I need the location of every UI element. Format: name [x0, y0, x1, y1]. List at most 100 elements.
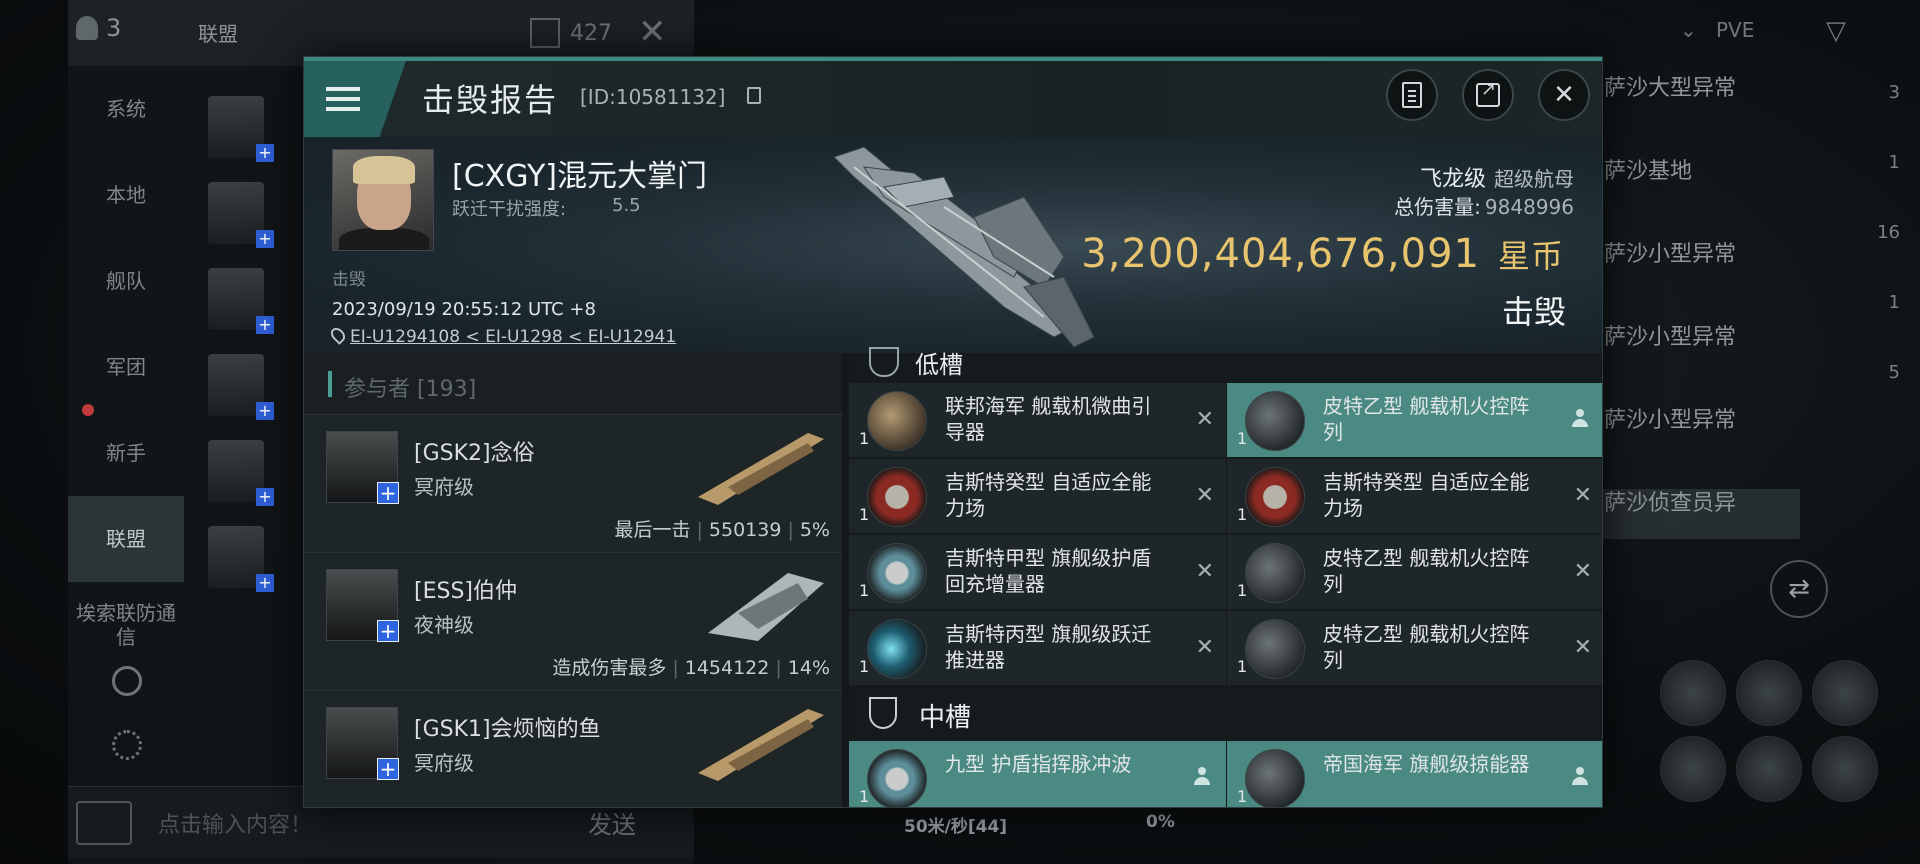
channel-system[interactable]: 系统 — [68, 66, 184, 152]
fire-control-icon — [1245, 619, 1305, 679]
member-count[interactable]: 3 — [76, 14, 121, 42]
module-item[interactable]: 1 皮特乙型 舰载机火控阵列 ✕ — [1227, 535, 1602, 609]
participant-ship-image — [698, 709, 824, 781]
module-button[interactable] — [1660, 736, 1726, 802]
module-item[interactable]: 1 皮特乙型 舰载机火控阵列 — [1227, 383, 1602, 457]
side-count[interactable]: 5 — [1830, 362, 1910, 432]
destroyed-icon: ✕ — [1573, 483, 1592, 508]
overview-row[interactable]: 萨沙侦查员异 — [1600, 489, 1800, 539]
currency-label: 星币 — [1497, 237, 1564, 275]
participant-name: [ESS]伯仲 — [414, 579, 517, 604]
low-slot-icon — [869, 347, 899, 377]
destroyed-icon: ✕ — [1573, 635, 1592, 660]
keyboard-icon[interactable] — [76, 801, 132, 845]
module-button[interactable] — [1736, 736, 1802, 802]
participant-row[interactable]: + [ESS]伯仲 夜神级 造成伤害最多 | 1454122 | 14% — [304, 553, 842, 691]
chat-avatars — [208, 96, 274, 612]
participant-avatar[interactable]: + — [326, 431, 399, 504]
channel-alliance[interactable]: 联盟 — [68, 496, 184, 582]
chevron-down-icon[interactable]: ⌄ — [1680, 18, 1697, 42]
overview-panel: ⌄ PVE ▽ 萨沙大型异常 萨沙基地 萨沙小型异常 萨沙小型异常 萨沙小型异常… — [1600, 0, 1920, 864]
module-rack — [1660, 660, 1920, 802]
channel-corp[interactable]: 军团 — [68, 324, 184, 410]
participant-name: [GSK1]会烦恼的鱼 — [414, 717, 601, 742]
module-item[interactable]: 1 帝国海军 旗舰级掠能器 — [1227, 741, 1602, 807]
ship-class: 超级航母 — [1494, 167, 1574, 191]
avatar[interactable] — [208, 440, 274, 506]
unread-counter[interactable]: 427 — [530, 18, 612, 48]
participant-avatar[interactable]: + — [326, 707, 399, 780]
avatar[interactable] — [208, 354, 274, 420]
module-button[interactable] — [1812, 660, 1878, 726]
add-contact-icon[interactable]: + — [377, 758, 399, 780]
overview-row[interactable]: 萨沙大型异常 — [1600, 74, 1800, 157]
chat-input[interactable]: 点击输入内容！ — [158, 807, 312, 839]
overview-row[interactable]: 萨沙小型异常 — [1600, 323, 1800, 406]
participant-row[interactable]: + [GSK2]念俗 冥府级 最后一击 | 550139 | 5% — [304, 415, 842, 553]
add-contact-icon[interactable]: + — [377, 620, 399, 642]
location-pin-icon — [328, 325, 348, 345]
channel-defense[interactable]: 埃索联防通信 — [68, 582, 184, 668]
menu-button[interactable] — [304, 61, 406, 137]
participant-stats: 造成伤害最多 | 1454122 | 14% — [552, 657, 830, 679]
participant-ship: 冥府级 — [414, 475, 474, 499]
side-count[interactable]: 1 — [1830, 152, 1910, 222]
overview-row[interactable]: 萨沙小型异常 — [1600, 406, 1800, 489]
victim-name[interactable]: [CXGY]混元大掌门 — [452, 151, 707, 195]
destroyed-icon: ✕ — [1573, 559, 1592, 584]
module-item[interactable]: 1 九型 护盾指挥脉冲波 — [849, 741, 1226, 807]
overview-row[interactable]: 萨沙小型异常 — [1600, 240, 1800, 323]
module-button[interactable] — [1812, 736, 1878, 802]
overview-row[interactable]: 萨沙基地 — [1600, 157, 1800, 240]
share-button[interactable] — [1462, 69, 1514, 121]
contacts-icon[interactable] — [112, 666, 142, 696]
close-button[interactable]: ✕ — [1538, 69, 1590, 121]
dialog-title: 击毁报告 — [422, 81, 559, 119]
channel-newbie[interactable]: 新手 — [68, 410, 184, 496]
channel-fleet[interactable]: 舰队 — [68, 238, 184, 324]
avatar[interactable] — [208, 182, 274, 248]
destroyed-icon: ✕ — [1195, 635, 1214, 660]
module-item[interactable]: 1 吉斯特癸型 自适应全能力场 ✕ — [849, 459, 1226, 533]
module-button[interactable] — [1660, 660, 1726, 726]
channel-local[interactable]: 本地 — [68, 152, 184, 238]
module-item[interactable]: 1 吉斯特癸型 自适应全能力场 ✕ — [1227, 459, 1602, 533]
dialog-header: 击毁报告 [ID:10581132] ✕ — [304, 57, 1602, 137]
kill-location-link[interactable]: EI-U1294108 < EI-U1298 < EI-U12941 — [350, 327, 676, 347]
filter-icon[interactable]: ▽ — [1826, 16, 1846, 46]
side-count[interactable]: 3 — [1830, 82, 1910, 152]
module-item[interactable]: 1 吉斯特甲型 旗舰级护盾回充增量器 ✕ — [849, 535, 1226, 609]
side-count[interactable]: 1 — [1830, 292, 1910, 362]
clipboard-button[interactable] — [1386, 69, 1438, 121]
send-button[interactable]: 发送 — [588, 805, 636, 840]
module-item[interactable]: 1 皮特乙型 舰载机火控阵列 ✕ — [1227, 611, 1602, 685]
kill-tag: 击毁 — [332, 270, 366, 290]
gear-icon[interactable] — [112, 730, 142, 760]
chat-close-icon[interactable]: ✕ — [638, 12, 667, 52]
add-contact-icon[interactable]: + — [377, 482, 399, 504]
module-item[interactable]: 1 吉斯特丙型 旗舰级跃迁推进器 ✕ — [849, 611, 1226, 685]
copy-icon[interactable] — [747, 87, 761, 104]
side-count[interactable]: 16 — [1830, 222, 1910, 292]
participants-header: 参与者 [193] — [304, 353, 842, 415]
fitting-panel: 低槽 1 联邦海军 舰载机微曲引导器 ✕ 1 皮特乙型 舰载机火控阵列 1 吉斯… — [849, 347, 1602, 807]
module-item[interactable]: 1 联邦海军 舰载机微曲引导器 ✕ — [849, 383, 1226, 457]
module-button[interactable] — [1736, 660, 1802, 726]
menu-icon — [326, 87, 360, 111]
warp-strength-value: 5.5 — [612, 195, 641, 216]
clipboard-icon — [1402, 82, 1422, 108]
avatar[interactable] — [208, 96, 274, 162]
victim-portrait[interactable] — [332, 149, 434, 251]
filter-label[interactable]: PVE — [1716, 18, 1754, 42]
avatar[interactable] — [208, 526, 274, 592]
notification-dot — [82, 404, 94, 416]
participant-row[interactable]: + [GSK1]会烦恼的鱼 冥府级 — [304, 691, 842, 807]
victim-banner: [CXGY]混元大掌门 跃迁干扰强度: 5.5 击毁 2023/09/19 20… — [304, 137, 1602, 353]
warp-strength-label: 跃迁干扰强度: — [452, 199, 567, 220]
participant-avatar[interactable]: + — [326, 569, 399, 642]
avatar[interactable] — [208, 268, 274, 334]
neutralizer-icon — [1245, 749, 1305, 807]
ship-name[interactable]: 飞龙级 超级航母 — [1420, 161, 1574, 193]
swap-icon[interactable]: ⇄ — [1770, 560, 1828, 618]
game-screen: { "chat": { "member_count": "3", "title"… — [0, 0, 1920, 864]
